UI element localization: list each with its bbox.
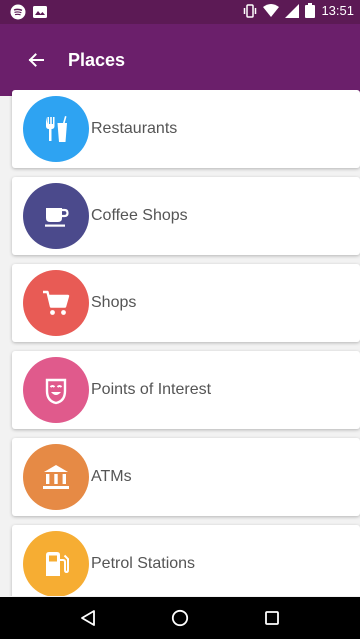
- list-item-atms[interactable]: ATMs: [12, 438, 360, 516]
- atms-badge: [23, 444, 89, 510]
- signal-icon: [285, 3, 300, 18]
- status-bar: 13:51: [0, 0, 360, 24]
- recents-square-icon: [265, 611, 279, 625]
- back-button[interactable]: [8, 36, 64, 84]
- screen: 13:51 Places Restaurants Coffee Shops Sh…: [0, 0, 360, 639]
- list-item-label: Restaurants: [91, 120, 178, 137]
- navigation-bar: [0, 597, 360, 639]
- home-circle-icon: [171, 609, 189, 627]
- bank-icon: [43, 465, 69, 489]
- status-time: 13:51: [321, 3, 354, 18]
- spotify-icon: [10, 4, 26, 20]
- nav-recents-button[interactable]: [250, 604, 294, 632]
- theater-icon: [45, 378, 67, 405]
- places-list: Restaurants Coffee Shops Shops Points of…: [0, 90, 360, 596]
- list-item-petrol-stations[interactable]: Petrol Stations: [12, 525, 360, 596]
- coffee-badge: [23, 183, 89, 249]
- status-left-icons: [10, 4, 48, 20]
- fuel-icon: [46, 552, 69, 576]
- poi-badge: [23, 357, 89, 423]
- battery-icon: [305, 3, 316, 18]
- list-item-label: Shops: [91, 294, 137, 311]
- list-item-points-of-interest[interactable]: Points of Interest: [12, 351, 360, 429]
- restaurant-icon: [46, 116, 67, 142]
- coffee-icon: [45, 208, 69, 227]
- list-item-shops[interactable]: Shops: [12, 264, 360, 342]
- list-item-label: ATMs: [91, 468, 132, 485]
- petrol-badge: [23, 531, 89, 596]
- nav-home-button[interactable]: [158, 604, 202, 632]
- restaurant-badge: [23, 96, 89, 162]
- list-item-restaurants[interactable]: Restaurants: [12, 90, 360, 168]
- list-item-label: Coffee Shops: [91, 207, 188, 224]
- page-title: Places: [68, 49, 126, 70]
- list-item-label: Points of Interest: [91, 381, 212, 398]
- wifi-icon: [263, 3, 280, 17]
- status-right-icons: 13:51: [243, 3, 354, 18]
- image-icon: [33, 6, 47, 18]
- app-bar: Places: [0, 24, 360, 96]
- list-item-label: Petrol Stations: [91, 555, 196, 572]
- shops-badge: [23, 270, 89, 336]
- list-item-coffee-shops[interactable]: Coffee Shops: [12, 177, 360, 255]
- shopping-cart-icon: [43, 290, 70, 315]
- back-triangle-icon: [81, 610, 95, 626]
- arrow-left-icon: [28, 53, 44, 67]
- vibrate-icon: [244, 3, 257, 18]
- nav-back-button[interactable]: [66, 604, 110, 632]
